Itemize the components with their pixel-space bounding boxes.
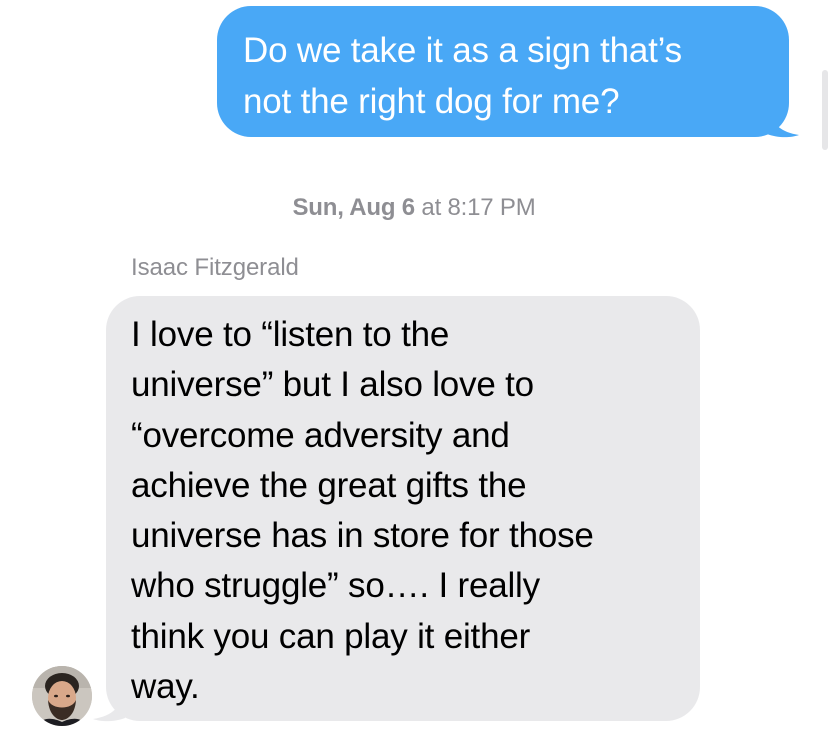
message-line: “overcome adversity and <box>131 415 510 455</box>
outgoing-bubble-tail <box>767 108 799 138</box>
scroll-indicator[interactable] <box>822 70 828 150</box>
message-timestamp: Sun, Aug 6 at 8:17 PM <box>0 194 828 222</box>
message-line: who struggle” so…. I really <box>131 566 540 606</box>
message-line: universe has in store for those <box>131 516 594 556</box>
message-line: universe” but I also love to <box>131 365 534 405</box>
timestamp-time: 8:17 PM <box>447 194 536 221</box>
message-line: I love to “listen to the <box>131 315 450 354</box>
message-line: achieve the great gifts the <box>131 465 527 505</box>
outgoing-message-bubble[interactable]: Do we take it as a sign that’s not the r… <box>217 6 789 137</box>
message-line: way. <box>131 667 200 707</box>
incoming-bubble-tail <box>93 692 125 722</box>
contact-photo-icon <box>32 666 92 726</box>
message-line: Do we take it as a sign that’s <box>243 31 682 70</box>
incoming-message-bubble[interactable]: I love to “listen to the universe” but I… <box>106 296 700 721</box>
timestamp-connector: at <box>421 194 442 221</box>
sender-name: Isaac Fitzgerald <box>131 254 299 281</box>
message-line: not the right dog for me? <box>243 82 620 121</box>
timestamp-day: Sun, Aug 6 <box>292 194 416 221</box>
contact-avatar[interactable] <box>32 666 92 726</box>
message-line: think you can play it either <box>131 616 531 656</box>
